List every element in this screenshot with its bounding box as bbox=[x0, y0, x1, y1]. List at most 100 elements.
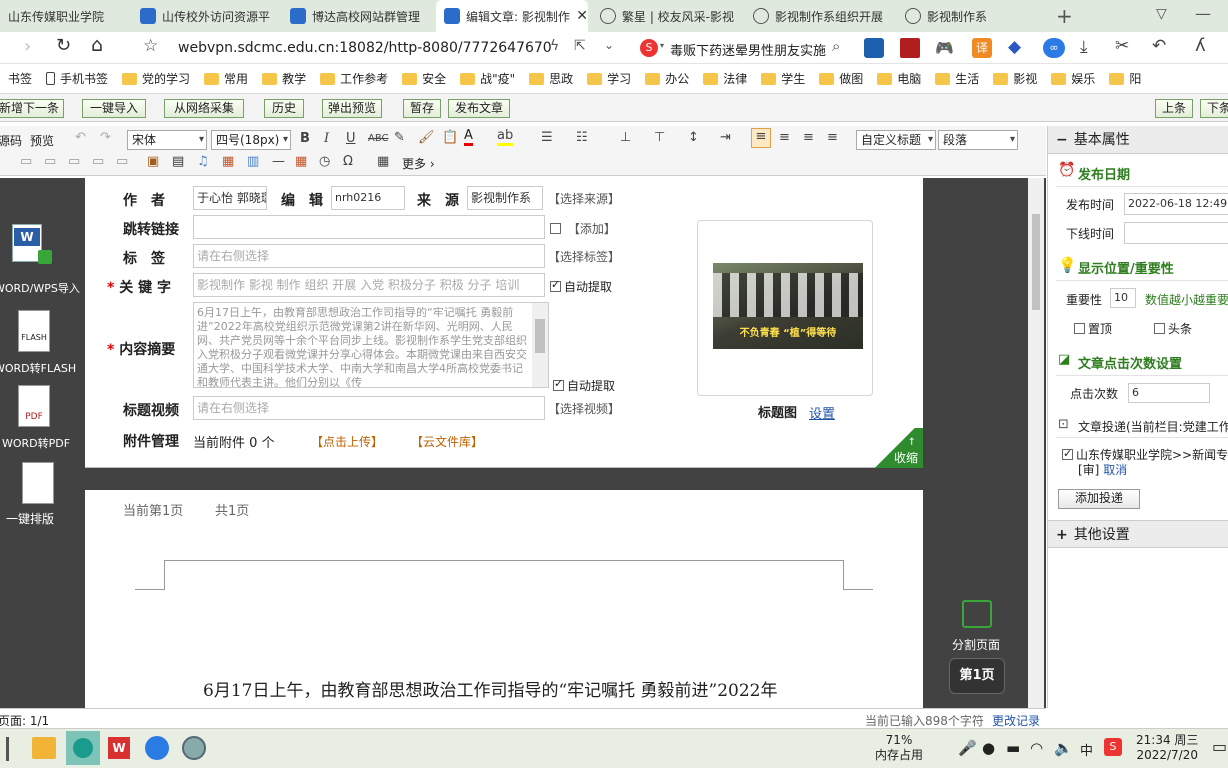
prev-article-button[interactable]: 上条 bbox=[1155, 99, 1193, 118]
bold-button[interactable]: B bbox=[300, 131, 310, 146]
clock[interactable]: 21:34 周三 2022/7/20 bbox=[1136, 733, 1198, 763]
headline-checkbox[interactable]: 头条 bbox=[1154, 320, 1192, 337]
keyword-input[interactable]: 影视制作 影视 制作 组织 开展 入党 积极分子 积极 分子 培训 bbox=[193, 273, 545, 297]
align-icon[interactable]: ▭ bbox=[20, 154, 32, 169]
wifi-icon[interactable]: ◠ bbox=[1030, 739, 1043, 757]
notification-icon[interactable]: ▭ bbox=[1212, 737, 1227, 756]
clicks-input[interactable]: 6 bbox=[1128, 383, 1210, 403]
author-input[interactable]: 于心怡 郭晓璐 bbox=[193, 186, 267, 210]
battery-icon[interactable]: ▬ bbox=[1006, 739, 1020, 757]
clock-icon[interactable]: ◷ bbox=[319, 154, 330, 169]
next-article-button[interactable]: 下条 bbox=[1200, 99, 1228, 118]
bookmark-folder[interactable]: 安全 bbox=[402, 70, 446, 87]
scrollbar[interactable] bbox=[532, 303, 548, 387]
home-icon[interactable]: ⌂ bbox=[91, 34, 103, 56]
ime-indicator[interactable]: 中 bbox=[1080, 740, 1093, 759]
align-center-button[interactable]: ≡ bbox=[779, 130, 790, 145]
select-video-link[interactable]: 【选择视频】 bbox=[548, 400, 620, 417]
ordered-list-icon[interactable]: ☰ bbox=[541, 130, 553, 145]
search-field[interactable]: 毒贩下药迷晕男性朋友实施 bbox=[670, 40, 826, 59]
line-height-icon[interactable]: ↕ bbox=[688, 130, 699, 145]
bookmark-folder[interactable]: 生活 bbox=[935, 70, 979, 87]
align-icon[interactable]: ▭ bbox=[44, 154, 56, 169]
close-icon[interactable]: ✕ bbox=[576, 8, 588, 24]
calendar-icon[interactable]: ▦ bbox=[295, 154, 307, 169]
share-icon[interactable]: ⇱ bbox=[574, 38, 586, 54]
insert-image-icon[interactable]: ▦ bbox=[222, 154, 234, 169]
word-to-pdf-tool[interactable]: PDF bbox=[12, 383, 56, 431]
bookmark-folder[interactable]: 办公 bbox=[645, 70, 689, 87]
music-icon[interactable]: ♫ bbox=[197, 154, 209, 169]
paste-icon[interactable]: 📋 bbox=[442, 130, 458, 145]
cloud-library-link[interactable]: 【云文件库】 bbox=[411, 433, 483, 450]
bookmark-folder[interactable]: 工作参考 bbox=[320, 70, 388, 87]
extension-icon[interactable] bbox=[864, 38, 884, 58]
search-engine-icon[interactable]: S bbox=[640, 39, 658, 57]
file-explorer-icon[interactable] bbox=[32, 737, 56, 759]
tab-film-dept[interactable]: 影视制作系 bbox=[897, 0, 1037, 32]
bookmark-folder[interactable]: 电脑 bbox=[877, 70, 921, 87]
special-char-icon[interactable]: Ω bbox=[343, 154, 353, 169]
sogou-icon[interactable]: S bbox=[1104, 738, 1122, 756]
publish-button[interactable]: 发布文章 bbox=[448, 99, 510, 118]
bookmark-item[interactable]: 手机书签 bbox=[46, 70, 108, 87]
infinity-icon[interactable]: ∞ bbox=[1043, 38, 1065, 58]
align-icon[interactable]: ▭ bbox=[92, 154, 104, 169]
browser-icon[interactable] bbox=[145, 736, 169, 760]
collection-icon[interactable]: ▽ bbox=[1156, 6, 1167, 22]
basic-properties-header[interactable]: − 基本属性 bbox=[1048, 126, 1228, 154]
frame-icon[interactable]: ▥ bbox=[247, 154, 259, 169]
top-checkbox[interactable]: 置顶 bbox=[1074, 320, 1112, 337]
align-left-button[interactable]: ≡ bbox=[751, 128, 771, 148]
paragraph-select[interactable]: 段落 bbox=[938, 130, 1018, 150]
word-to-flash-tool[interactable]: FLASH bbox=[12, 308, 56, 356]
one-click-import-button[interactable]: 一键导入 bbox=[82, 99, 146, 118]
redo-icon[interactable]: ↷ bbox=[100, 130, 111, 145]
chevron-down-icon[interactable]: ▾ bbox=[660, 41, 664, 50]
auto-extract-checkbox[interactable]: 自动提取 bbox=[550, 278, 612, 295]
bookmark-folder[interactable]: 教学 bbox=[262, 70, 306, 87]
tag-input[interactable]: 请在右侧选择 bbox=[193, 244, 545, 268]
search-icon[interactable]: ⌕ bbox=[832, 37, 840, 55]
heading-select[interactable]: 自定义标题 bbox=[856, 130, 936, 150]
title-image-box[interactable]: 不负青春 “植”得等待 bbox=[697, 220, 873, 396]
bookmark-folder[interactable]: 娱乐 bbox=[1051, 70, 1095, 87]
forward-icon[interactable]: › bbox=[24, 36, 31, 57]
jump-link-input[interactable] bbox=[193, 215, 545, 239]
game-icon[interactable]: 🎮 bbox=[935, 39, 954, 57]
source-input[interactable]: 影视制作系 bbox=[467, 186, 543, 210]
chevron-down-icon[interactable]: ⌄ bbox=[604, 38, 614, 52]
font-size-select[interactable]: 四号(18px) bbox=[211, 130, 291, 150]
align-icon[interactable]: ▭ bbox=[68, 154, 80, 169]
change-log-link[interactable]: 更改记录 bbox=[992, 712, 1040, 729]
article-body-text[interactable]: 6月17日上午，由教育部思想政治工作司指导的“牢记嘱托 勇毅前进”2022年 bbox=[203, 676, 778, 701]
bookmark-folder[interactable]: 做图 bbox=[819, 70, 863, 87]
undo-icon[interactable]: ↶ bbox=[1152, 36, 1166, 56]
cancel-link[interactable]: 取消 bbox=[1103, 463, 1127, 477]
tab-sdcmc[interactable]: 山东传媒职业学院 bbox=[0, 0, 128, 32]
valign-icon[interactable]: ⊤ bbox=[654, 130, 665, 145]
tab-organize[interactable]: 影视制作系组织开展 bbox=[745, 0, 893, 32]
editor-page[interactable]: 当前第1页 共1页 6月17日上午，由教育部思想政治工作司指导的“牢记嘱托 勇毅… bbox=[85, 490, 923, 708]
microphone-icon[interactable]: 🎤 bbox=[958, 739, 977, 757]
add-link[interactable]: 【添加】 bbox=[550, 220, 616, 237]
bookmark-folder[interactable]: 常用 bbox=[204, 70, 248, 87]
add-delivery-button[interactable]: 添加投递 bbox=[1058, 489, 1140, 509]
brush-icon[interactable]: 🖌 bbox=[418, 130, 435, 145]
video-icon[interactable]: ▤ bbox=[172, 154, 184, 169]
bookmark-item[interactable]: 书签 bbox=[8, 70, 32, 87]
tab-edit-article[interactable]: 编辑文章: 影视制作 ✕ bbox=[436, 0, 588, 32]
bookmark-folder[interactable]: 法律 bbox=[703, 70, 747, 87]
popup-preview-button[interactable]: 弹出预览 bbox=[322, 99, 382, 118]
font-color-icon[interactable]: A bbox=[464, 129, 473, 146]
download-icon[interactable]: ⤓ bbox=[1080, 37, 1088, 57]
scissors-icon[interactable]: ✂ bbox=[1115, 36, 1129, 56]
format-painter-icon[interactable]: ✎ bbox=[394, 130, 405, 145]
justify-button[interactable]: ≡ bbox=[827, 130, 838, 145]
align-right-button[interactable]: ≡ bbox=[803, 130, 814, 145]
summary-textarea[interactable]: 6月17日上午，由教育部思想政治工作司指导的“牢记嘱托 勇毅前进”2022年高校… bbox=[193, 302, 549, 388]
table-icon[interactable]: ▦ bbox=[377, 154, 389, 169]
add-next-button[interactable]: 新增下一条 bbox=[0, 99, 64, 118]
wps-icon[interactable]: W bbox=[108, 737, 130, 759]
delivery-item[interactable]: 山东传媒职业学院>>新闻专题>>新闻 [审] 取消 bbox=[1062, 446, 1228, 478]
